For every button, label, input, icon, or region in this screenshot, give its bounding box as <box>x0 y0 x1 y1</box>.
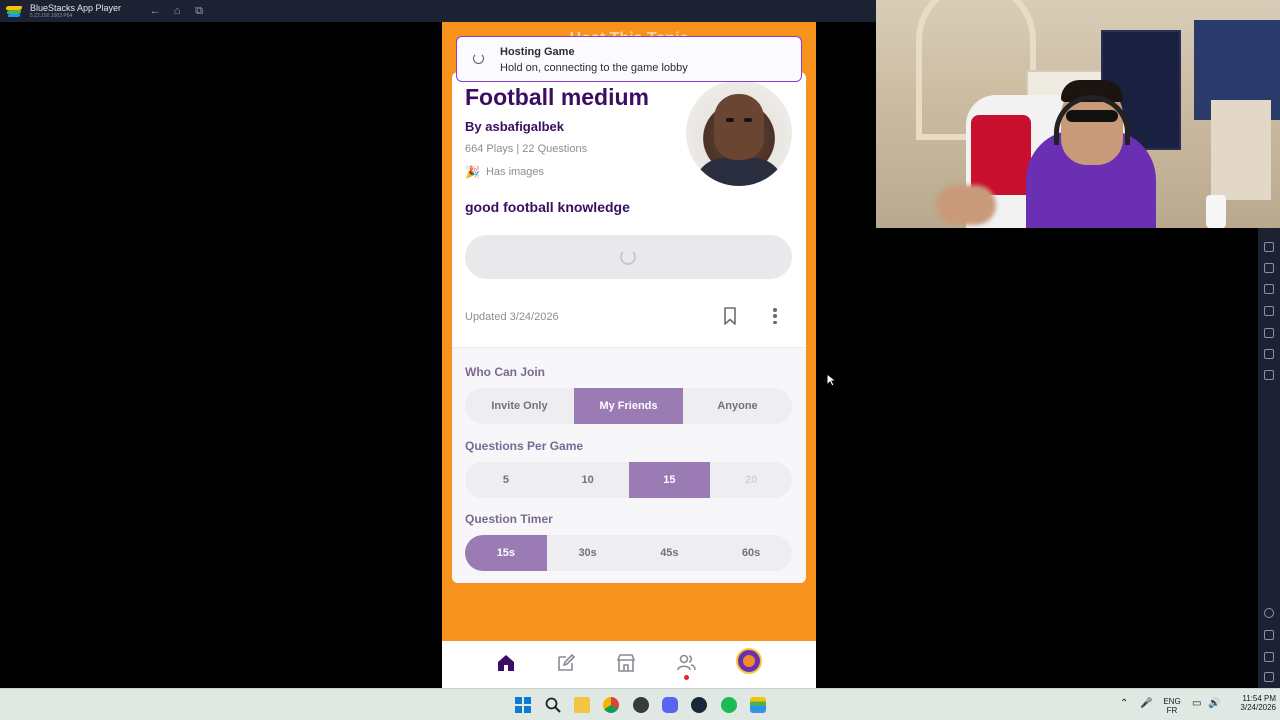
app-version: 5.22.150.1003 P64 <box>30 12 73 19</box>
spotify-icon[interactable] <box>721 697 737 713</box>
network-icon[interactable]: ▭ <box>1192 698 1201 710</box>
app-title: BlueStacks App Player <box>30 2 122 13</box>
home-tool-icon[interactable] <box>1264 652 1274 662</box>
timer-option-60s[interactable]: 60s <box>710 535 792 571</box>
language-indicator[interactable]: ENG FR <box>1160 697 1184 715</box>
folder-tool-icon[interactable] <box>1264 284 1274 294</box>
settings-tool-icon[interactable] <box>1264 608 1274 618</box>
quiz-title: Football medium <box>465 84 649 110</box>
toast-title: Hosting Game <box>500 46 575 58</box>
party-popper-icon: 🎉 <box>465 165 480 179</box>
bookmark-icon[interactable] <box>724 307 736 325</box>
home-icon[interactable] <box>496 653 516 673</box>
quiz-cover-image <box>686 80 792 186</box>
updated-date: Updated 3/24/2026 <box>465 311 559 323</box>
questions-per-game-selector: 5 10 15 20 <box>465 462 792 498</box>
home-nav-icon[interactable]: ⌂ <box>171 5 183 18</box>
mouse-cursor-icon <box>826 373 838 387</box>
loading-spinner-icon <box>620 249 636 265</box>
friends-notification-dot <box>684 675 689 680</box>
join-option-invite-only[interactable]: Invite Only <box>465 388 574 424</box>
who-can-join-selector: Invite Only My Friends Anyone <box>465 388 792 424</box>
install-apk-tool-icon[interactable] <box>1264 263 1274 273</box>
discord-icon[interactable] <box>662 697 678 713</box>
back-tool-icon[interactable] <box>1264 630 1274 640</box>
quiz-card: Football medium By asbafigalbek 664 Play… <box>452 72 806 583</box>
timer-option-15s[interactable]: 15s <box>465 535 547 571</box>
question-timer-selector: 15s 30s 45s 60s <box>465 535 792 571</box>
game-settings-panel: Who Can Join Invite Only My Friends Anyo… <box>452 347 806 583</box>
tray-overflow-icon[interactable]: ⌃ <box>1120 698 1128 710</box>
multi-window-icon[interactable]: ⧉ <box>193 5 205 18</box>
who-can-join-label: Who Can Join <box>465 365 545 379</box>
layers-tool-icon[interactable] <box>1264 349 1274 359</box>
emulator-title-bar: BlueStacks App Player 5.22.150.1003 P64 … <box>0 0 876 22</box>
quiz-author[interactable]: By asbafigalbek <box>465 119 564 134</box>
join-option-anyone[interactable]: Anyone <box>683 388 792 424</box>
has-images-label: 🎉 Has images <box>465 165 544 179</box>
join-option-my-friends[interactable]: My Friends <box>574 388 683 424</box>
search-icon[interactable] <box>545 697 561 713</box>
webcam-overlay <box>876 0 1280 228</box>
edit-icon[interactable] <box>556 653 576 673</box>
sync-tool-icon[interactable] <box>1264 370 1274 380</box>
screenshot-tool-icon[interactable] <box>1264 242 1274 252</box>
questions-per-game-label: Questions Per Game <box>465 439 584 453</box>
quiz-stats: 664 Plays | 22 Questions <box>465 143 588 155</box>
language-primary: ENG <box>1163 697 1181 706</box>
windows-taskbar: ⌃ 🎤 ENG FR ▭ 🔊 11:54 PM 3/24/2026 <box>0 688 1280 720</box>
questions-option-10[interactable]: 10 <box>547 462 629 498</box>
friends-icon[interactable] <box>676 653 696 673</box>
obs-icon[interactable] <box>633 697 649 713</box>
file-explorer-icon[interactable] <box>574 697 590 713</box>
volume-icon[interactable]: 🔊 <box>1208 698 1220 710</box>
microphone-icon[interactable]: 🎤 <box>1140 698 1152 710</box>
has-images-text: Has images <box>485 166 545 178</box>
macro-tool-icon[interactable] <box>1264 306 1274 316</box>
question-timer-label: Question Timer <box>465 512 553 526</box>
language-secondary: FR <box>1166 706 1178 716</box>
store-icon[interactable] <box>616 653 636 673</box>
profile-avatar[interactable] <box>736 648 762 674</box>
hosting-game-toast: Hosting Game Hold on, connecting to the … <box>456 36 802 82</box>
host-game-button[interactable] <box>465 235 792 279</box>
system-clock[interactable]: 11:54 PM 3/24/2026 <box>1222 694 1276 712</box>
screen: BlueStacks App Player 5.22.150.1003 P64 … <box>0 0 1280 720</box>
app-screen: Host This Topic Football medium By asbaf… <box>442 22 816 688</box>
questions-option-5[interactable]: 5 <box>465 462 547 498</box>
steam-icon[interactable] <box>691 697 707 713</box>
timer-option-45s[interactable]: 45s <box>629 535 711 571</box>
back-icon[interactable]: ← <box>149 5 161 18</box>
chrome-icon[interactable] <box>603 697 619 713</box>
toast-subtitle: Hold on, connecting to the game lobby <box>500 62 688 74</box>
questions-option-15[interactable]: 15 <box>628 462 711 498</box>
recents-tool-icon[interactable] <box>1264 672 1274 682</box>
quiz-description: good football knowledge <box>465 199 630 215</box>
emulator-side-toolbar <box>1258 228 1280 688</box>
toast-spinner-icon <box>473 53 484 64</box>
bluestacks-taskbar-icon[interactable] <box>750 697 766 713</box>
bottom-navigation <box>442 641 816 688</box>
clock-time: 11:54 PM <box>1242 694 1276 703</box>
timer-option-30s[interactable]: 30s <box>547 535 629 571</box>
questions-option-20: 20 <box>745 474 758 486</box>
more-options-icon[interactable] <box>770 306 780 326</box>
bluestacks-logo-icon <box>5 4 23 18</box>
location-tool-icon[interactable] <box>1264 328 1274 338</box>
clock-date: 3/24/2026 <box>1240 703 1276 713</box>
windows-start-icon[interactable] <box>515 697 531 713</box>
